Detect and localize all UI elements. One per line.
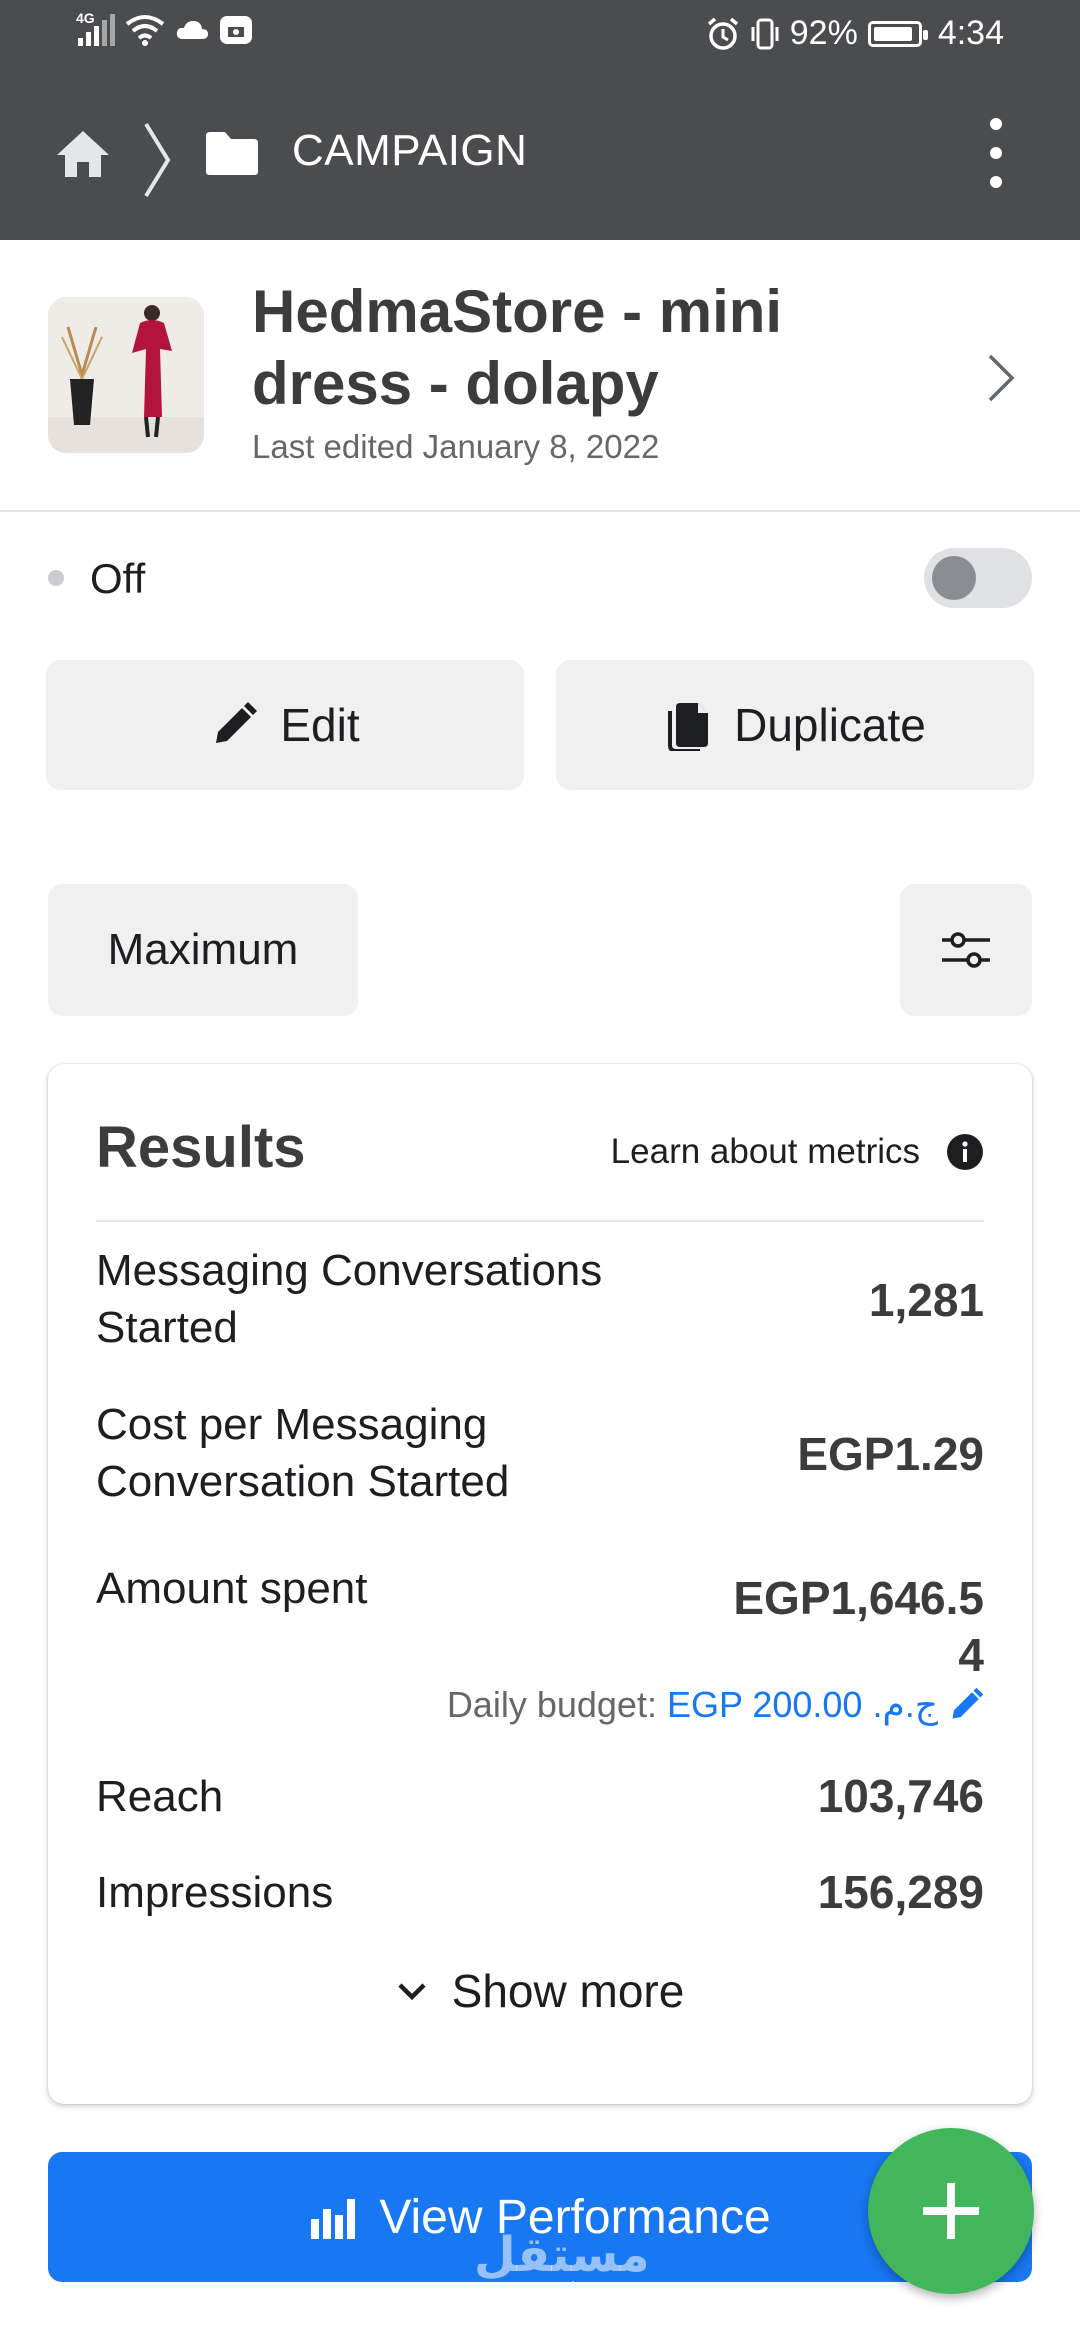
metric-label-messaging-conversations: Messaging Conversations Started [96, 1246, 603, 1352]
status-indicator-dot [48, 570, 64, 586]
wifi-icon [125, 15, 165, 46]
sliders-icon [942, 932, 990, 968]
metric-value-impressions: 156,289 [817, 1866, 984, 1918]
show-more-button[interactable]: Show more [48, 1964, 1032, 2018]
learn-about-metrics-link[interactable]: Learn about metrics [611, 1132, 984, 1172]
metric-value-reach: 103,746 [817, 1770, 984, 1822]
cloud-icon [176, 21, 208, 39]
clock: 4:34 [937, 14, 1004, 52]
more-options-icon[interactable] [978, 118, 1014, 188]
results-card: Results Learn about metrics Messaging Co… [48, 1064, 1032, 2104]
metric-value-cost-per-conversation: EGP1.29 [797, 1428, 984, 1480]
duplicate-button[interactable]: Duplicate [556, 660, 1034, 790]
metric-label-impressions: Impressions [96, 1868, 334, 1917]
edit-button[interactable]: Edit [46, 660, 524, 790]
daily-budget-value: EGP ج.م. 200.00 [666, 1684, 938, 1725]
metric-label-reach: Reach [96, 1772, 224, 1821]
edit-button-label: Edit [280, 699, 360, 751]
divider [96, 1220, 984, 1222]
duplicate-button-label: Duplicate [734, 699, 926, 751]
alarm-icon [707, 17, 738, 50]
duplicate-icon [668, 703, 709, 751]
folder-icon [206, 132, 258, 175]
last-edited-text: Last edited January 8, 2022 [252, 428, 660, 465]
daily-budget-label: Daily budget: [446, 1684, 657, 1725]
chevron-down-icon [398, 1983, 426, 2001]
metric-value-messaging-conversations: 1,281 [868, 1274, 984, 1326]
cellular-signal-icon: 4G [76, 10, 115, 46]
bar-chart-icon [311, 2199, 356, 2239]
filter-settings-button[interactable] [900, 884, 1032, 1016]
campaign-name: HedmaStore - mini dress - dolapy [252, 278, 783, 417]
pencil-icon [216, 702, 258, 743]
notification-app-icon [220, 16, 252, 44]
breadcrumb-chevron-icon [144, 122, 171, 198]
watermark: مستقل mostaql.com [474, 2227, 650, 2301]
learn-about-metrics-label: Learn about metrics [610, 1132, 920, 1171]
metric-label-cost-per-conversation: Cost per Messaging Conversation Started [96, 1400, 510, 1506]
metric-value-amount-spent: EGP1,646.54 [733, 1572, 984, 1681]
metric-label-amount-spent: Amount spent [96, 1564, 368, 1613]
status-bar: 4G 92% 4:34 [0, 0, 1080, 74]
vibrate-icon [751, 18, 779, 49]
campaign-thumbnail [48, 297, 204, 453]
page-title: CAMPAIGN [292, 126, 528, 175]
plus-icon [923, 2183, 979, 2239]
chevron-right-icon[interactable] [986, 352, 1016, 404]
battery-icon [867, 20, 928, 47]
campaign-header[interactable]: HedmaStore - mini dress - dolapy Last ed… [0, 240, 1080, 512]
home-icon[interactable] [54, 128, 112, 180]
network-type: 4G [76, 10, 95, 26]
battery-percent: 92% [789, 14, 858, 52]
app-bar: CAMPAIGN [0, 74, 1080, 240]
campaign-on-off-toggle[interactable] [924, 548, 1032, 608]
date-range-button[interactable]: Maximum [48, 884, 358, 1016]
date-range-label: Maximum [107, 925, 299, 974]
edit-budget-pencil-icon[interactable] [948, 1687, 984, 1723]
create-fab-button[interactable] [868, 2128, 1034, 2294]
delivery-status-label: Off [90, 555, 146, 602]
daily-budget[interactable]: Daily budget: EGP ج.م. 200.00 [447, 1684, 984, 1726]
results-heading: Results [96, 1115, 306, 1180]
show-more-label: Show more [451, 1965, 685, 2017]
info-icon [947, 1134, 983, 1170]
